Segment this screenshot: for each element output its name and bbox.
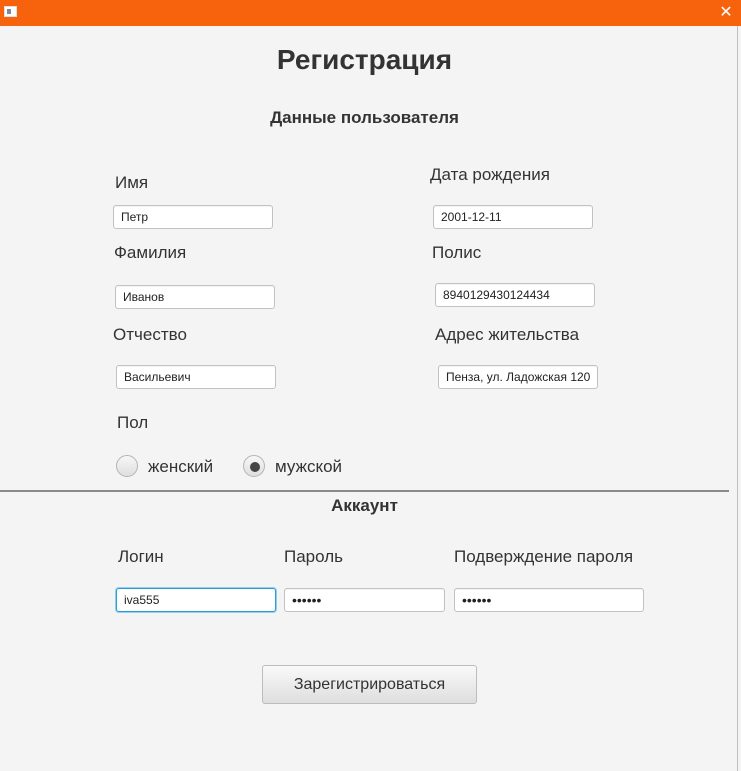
patronymic-field[interactable]	[116, 365, 276, 389]
close-button[interactable]: ✕	[711, 0, 741, 26]
birth-date-field[interactable]	[433, 205, 593, 229]
first-name-label: Имя	[115, 173, 149, 192]
register-button[interactable]: Зарегистрироваться	[262, 665, 477, 704]
confirm-password-field[interactable]	[454, 588, 644, 612]
title-bar: ✕	[0, 0, 741, 26]
policy-field[interactable]	[435, 283, 595, 307]
page-title: Регистрация	[276, 44, 453, 75]
gender-male-label[interactable]: мужской	[275, 457, 342, 477]
gender-label: Пол	[117, 413, 149, 432]
user-section-heading: Данные пользователя	[270, 108, 459, 127]
first-name-field[interactable]	[113, 205, 273, 229]
account-section-heading: Аккаунт	[331, 496, 398, 515]
last-name-label: Фамилия	[114, 243, 187, 262]
patronymic-label: Отчество	[113, 325, 187, 344]
birth-date-label: Дата рождения	[430, 165, 550, 184]
window-edge	[737, 26, 738, 771]
confirm-password-label: Подверждение пароля	[454, 547, 634, 566]
address-label: Адрес жительства	[435, 325, 580, 344]
login-field[interactable]	[116, 588, 276, 612]
gender-female-label[interactable]: женский	[148, 457, 213, 477]
section-divider	[0, 490, 729, 492]
login-label: Логин	[118, 547, 164, 566]
app-icon	[4, 6, 17, 17]
address-field[interactable]	[438, 365, 598, 389]
password-label: Пароль	[284, 547, 343, 566]
password-field[interactable]	[284, 588, 445, 612]
gender-male-radio[interactable]	[243, 455, 265, 477]
gender-female-radio[interactable]	[116, 455, 138, 477]
radio-selected-dot	[250, 462, 260, 472]
last-name-field[interactable]	[115, 285, 275, 309]
policy-label: Полис	[432, 243, 482, 262]
